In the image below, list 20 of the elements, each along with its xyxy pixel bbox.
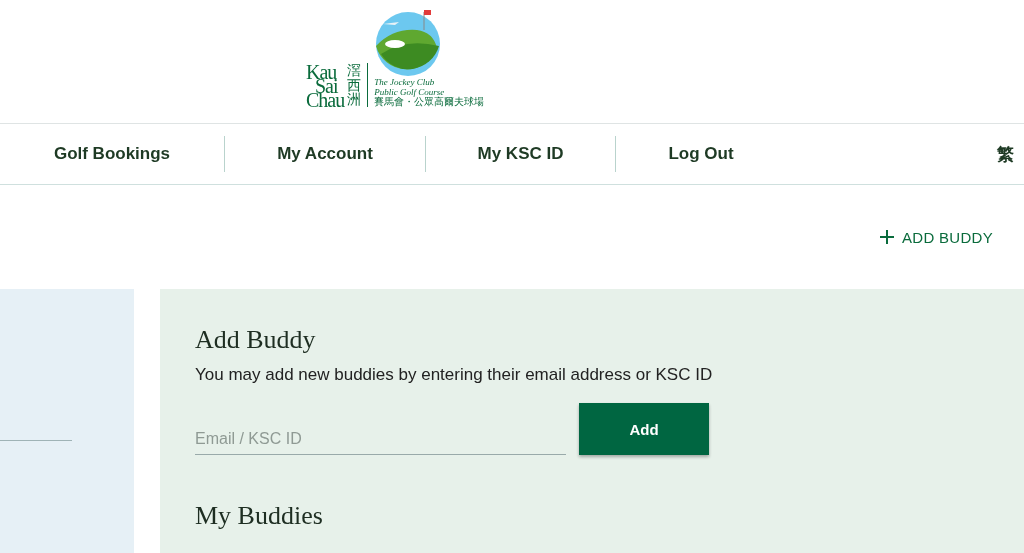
golf-ball-logo-icon: [375, 8, 441, 76]
language-link[interactable]: 繁: [997, 134, 1014, 174]
logo-text: Chau: [306, 93, 345, 107]
nav-link[interactable]: My Account: [277, 136, 373, 172]
logo-subtitle: The Jockey Club: [374, 77, 436, 87]
plus-icon: [879, 230, 894, 244]
nav-link[interactable]: Log Out: [668, 136, 734, 172]
logo-subtitle: 賽馬會・公眾高爾夫球場: [374, 97, 485, 107]
chinese-logo-text: 滘西洲: [347, 62, 362, 107]
logo-text: Kau: [306, 65, 337, 79]
add-button[interactable]: Add: [579, 403, 709, 455]
email-field[interactable]: Email / KSC ID: [195, 424, 566, 455]
nav-link[interactable]: Golf Bookings: [53, 136, 171, 172]
section-title: My Buddies: [195, 501, 323, 531]
add-buddy-link[interactable]: ADD BUDDY: [879, 228, 993, 246]
description: You may add new buddies by entering their email address or KSC ID: [195, 365, 713, 385]
logo-subtitle: Public Golf Course: [374, 87, 446, 97]
nav-link[interactable]: My KSC ID: [477, 136, 564, 172]
logo-text: Sai: [315, 79, 338, 93]
section-title: Add Buddy: [195, 325, 316, 355]
